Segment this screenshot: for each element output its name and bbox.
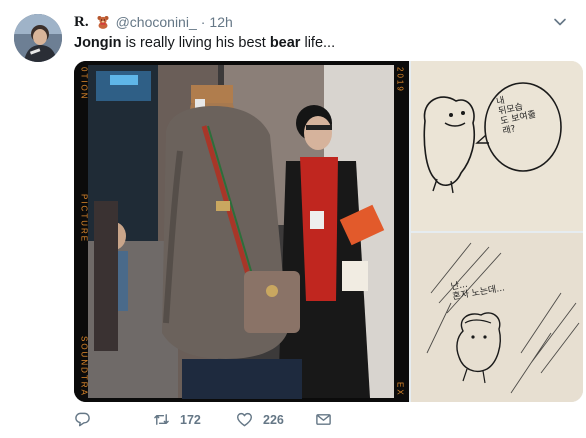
film-frame-left-labels: 0TION PICTURE SOUNDTRA — [78, 67, 90, 397]
direct-message-button[interactable] — [315, 411, 332, 428]
media-photo-airport[interactable]: 0TION PICTURE SOUNDTRA 2019 EX — [74, 61, 409, 402]
chevron-down-icon[interactable] — [552, 14, 568, 30]
tweet-header: R. @choconini_ · 12h — [74, 12, 233, 32]
retweet-icon — [153, 411, 170, 428]
tweet-text-bold-word: bear — [269, 35, 301, 51]
avatar[interactable] — [14, 14, 62, 62]
retweet-button[interactable]: 172 — [153, 411, 201, 428]
film-label: EX — [395, 382, 405, 397]
tweet-media-grid[interactable]: 0TION PICTURE SOUNDTRA 2019 EX 내 뒤모습 도 보… — [74, 61, 583, 402]
reply-icon — [74, 411, 91, 428]
tweet-text: Jongin is really living his best bear li… — [74, 35, 335, 51]
film-frame-right-labels: 2019 EX — [394, 67, 406, 397]
teddy-bear-emoji-icon — [96, 15, 110, 29]
display-name[interactable]: R. — [74, 14, 89, 31]
heart-icon — [236, 411, 253, 428]
tweet-timestamp[interactable]: 12h — [209, 14, 232, 30]
media-drawing-bear-speech[interactable]: 내 뒤모습 도 보여줄 래? — [411, 61, 583, 231]
film-label: PICTURE — [79, 193, 89, 243]
tweet-text-bold-name: Jongin — [74, 35, 122, 51]
film-label: 0TION — [79, 67, 89, 101]
tweet-text-part: is really living his best — [121, 35, 270, 51]
tweet[interactable]: R. @choconini_ · 12h Jongin is really li… — [0, 0, 586, 438]
user-handle[interactable]: @choconini_ — [116, 14, 197, 30]
like-button[interactable]: 226 — [236, 411, 284, 428]
envelope-icon — [315, 411, 332, 428]
like-count: 226 — [263, 412, 284, 427]
retweet-count: 172 — [180, 412, 201, 427]
media-drawing-bear-alone[interactable]: 난... 혼자 노는데... — [411, 233, 583, 402]
film-label: SOUNDTRA — [79, 336, 89, 397]
separator-dot: · — [200, 14, 206, 30]
tweet-text-part: life... — [300, 35, 336, 51]
film-label: 2019 — [395, 67, 405, 93]
reply-button[interactable] — [74, 411, 101, 428]
